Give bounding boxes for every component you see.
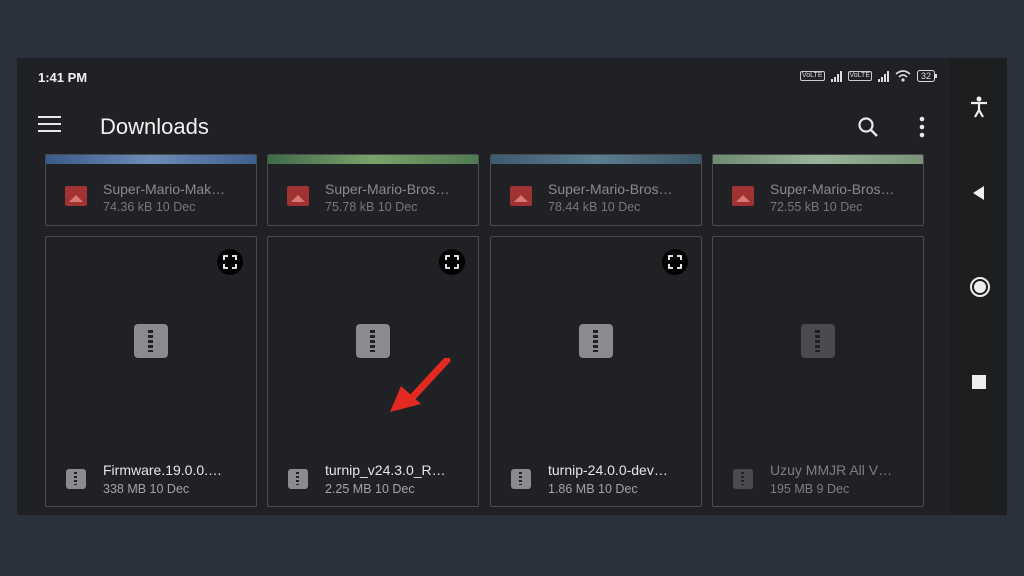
file-name: Super-Mario-Bros… xyxy=(548,181,673,197)
wifi-icon xyxy=(895,70,911,82)
file-meta: 1.86 MB 10 Dec xyxy=(548,482,638,496)
zip-file-icon xyxy=(134,324,168,358)
system-nav-bar xyxy=(950,58,1007,515)
volte-icon: VoLTE xyxy=(800,71,825,81)
back-icon[interactable] xyxy=(969,183,989,203)
file-card[interactable]: Uzuy MMJR All V… 195 MB 9 Dec xyxy=(712,236,924,507)
image-file-icon xyxy=(510,186,532,206)
file-card[interactable]: Super-Mario-Bros… 75.78 kB 10 Dec xyxy=(267,154,479,226)
signal-icon xyxy=(830,70,842,82)
file-name: Super-Mario-Mak… xyxy=(103,181,226,197)
zip-file-icon-small xyxy=(511,469,531,489)
page-title: Downloads xyxy=(100,114,209,139)
file-meta: 338 MB 10 Dec xyxy=(103,482,190,496)
file-meta: 78.44 kB 10 Dec xyxy=(548,200,641,214)
zip-file-icon-small xyxy=(66,469,86,489)
thumbnail-strip xyxy=(46,155,256,164)
signal-icon-2 xyxy=(878,70,889,82)
search-icon[interactable] xyxy=(856,115,880,139)
expand-preview-button[interactable] xyxy=(439,249,465,275)
file-name: Super-Mario-Bros… xyxy=(770,181,895,197)
hamburger-menu-icon[interactable] xyxy=(38,116,61,134)
file-name: turnip-24.0.0-dev… xyxy=(548,462,668,478)
file-meta: 75.78 kB 10 Dec xyxy=(325,200,418,214)
file-card[interactable]: Super-Mario-Bros… 72.55 kB 10 Dec xyxy=(712,154,924,226)
file-meta: 2.25 MB 10 Dec xyxy=(325,482,415,496)
accessibility-icon[interactable] xyxy=(969,96,989,118)
zip-file-icon-small xyxy=(288,469,308,489)
file-name: Firmware.19.0.0.… xyxy=(103,462,223,478)
zip-file-icon xyxy=(579,324,613,358)
fullscreen-icon xyxy=(223,255,237,269)
fullscreen-icon xyxy=(668,255,682,269)
zip-file-icon xyxy=(356,324,390,358)
phone-screen: 1:41 PM VoLTE VoLTE 32 Downloads Super-M… xyxy=(17,58,1007,515)
thumbnail-strip xyxy=(268,155,478,164)
status-icons: VoLTE VoLTE 32 xyxy=(800,70,938,82)
thumbnail-strip xyxy=(713,155,923,164)
image-file-icon xyxy=(287,186,309,206)
expand-preview-button[interactable] xyxy=(662,249,688,275)
more-vert-icon[interactable] xyxy=(914,115,930,139)
status-time: 1:41 PM xyxy=(38,70,88,85)
recents-icon[interactable] xyxy=(969,372,989,392)
expand-preview-button[interactable] xyxy=(217,249,243,275)
file-meta: 74.36 kB 10 Dec xyxy=(103,200,196,214)
file-card[interactable]: turnip-24.0.0-dev… 1.86 MB 10 Dec xyxy=(490,236,702,507)
zip-file-icon xyxy=(801,324,835,358)
file-meta: 195 MB 9 Dec xyxy=(770,482,850,496)
thumbnail-strip xyxy=(491,155,701,164)
home-icon[interactable] xyxy=(969,276,991,298)
file-name: Super-Mario-Bros… xyxy=(325,181,450,197)
file-name: Uzuy MMJR All V… xyxy=(770,462,893,478)
file-card[interactable]: Super-Mario-Bros… 78.44 kB 10 Dec xyxy=(490,154,702,226)
zip-file-icon-small xyxy=(733,469,753,489)
volte-icon-2: VoLTE xyxy=(847,71,872,81)
file-card[interactable]: Super-Mario-Mak… 74.36 kB 10 Dec xyxy=(45,154,257,226)
image-file-icon xyxy=(65,186,87,206)
fullscreen-icon xyxy=(445,255,459,269)
image-file-icon xyxy=(732,186,754,206)
file-card[interactable]: Firmware.19.0.0.… 338 MB 10 Dec xyxy=(45,236,257,507)
annotation-arrow-icon xyxy=(390,358,451,412)
file-meta: 72.55 kB 10 Dec xyxy=(770,200,863,214)
battery-icon: 32 xyxy=(917,70,938,82)
